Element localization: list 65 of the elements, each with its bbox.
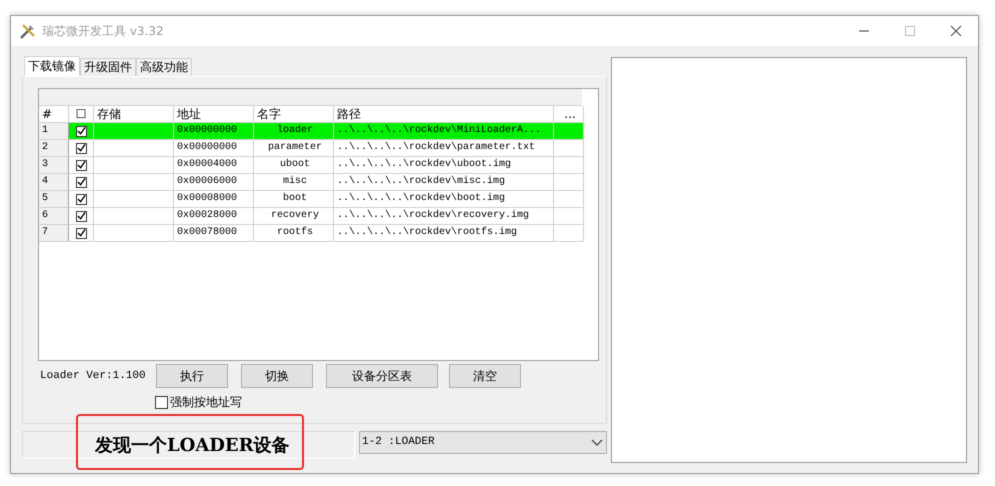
tab[interactable]: 高级功能 [136, 58, 192, 76]
table-row[interactable]: 4 0x00006000 misc ..\..\..\..\rockdev\misc.img [39, 174, 598, 191]
table-row[interactable]: 1 0x00000000 loader ..\..\..\..\rockdev\MiniLoaderA... [39, 123, 598, 140]
table-cell: 0x00004000 [174, 157, 254, 174]
row-number: 3 [39, 157, 69, 174]
window-title: 瑞芯微开发工具 v3.32 [42, 22, 164, 40]
close-icon[interactable] [950, 25, 962, 37]
checkbox[interactable] [76, 210, 86, 222]
checkbox[interactable] [76, 176, 86, 188]
table-row[interactable]: 5 0x00008000 boot ..\..\..\..\rockdev\boot.img [39, 191, 598, 208]
column-header[interactable]: 路径 [334, 106, 554, 123]
checkbox[interactable] [76, 228, 86, 238]
table-cell: ..\..\..\..\rockdev\parameter.txt [334, 140, 554, 157]
table-cell: 0x00000000 [174, 123, 254, 140]
column-header[interactable]: 存储 [94, 106, 174, 123]
row-number: 6 [39, 208, 69, 225]
table-cell: 0x00028000 [174, 208, 254, 225]
column-header[interactable]: ☐ [69, 106, 94, 123]
column-header[interactable]: 地址 [174, 106, 254, 123]
table-cell: ..\..\..\..\rockdev\uboot.img [334, 157, 554, 174]
checkbox[interactable] [76, 126, 86, 136]
column-header[interactable]: # [39, 106, 69, 123]
row-number: 1 [39, 123, 69, 140]
checkbox[interactable] [76, 142, 86, 154]
row-number: 5 [39, 191, 69, 208]
table-cell: parameter [254, 140, 334, 157]
table-cell: ..\..\..\..\rockdev\misc.img [334, 174, 554, 191]
row-number: 2 [39, 140, 69, 157]
table-cell: boot [254, 191, 334, 208]
table-row[interactable]: 3 0x00004000 uboot ..\..\..\..\rockdev\uboot.img [39, 157, 598, 174]
action-button[interactable]: 设备分区表 [326, 364, 438, 388]
table-cell: recovery [254, 208, 334, 225]
action-button[interactable]: 执行 [156, 364, 228, 388]
action-button[interactable]: 切换 [241, 364, 313, 388]
table-cell: 0x00078000 [174, 225, 254, 242]
table-cell: rootfs [254, 225, 334, 242]
table-cell: uboot [254, 157, 334, 174]
table-cell: loader [254, 123, 334, 140]
tab[interactable]: 下载镜像 [24, 56, 80, 76]
loader-version: Loader Ver:1.100 [39, 370, 147, 382]
force-address-checkbox[interactable]: 强制按地址写 [155, 394, 242, 411]
table-cell: ..\..\..\..\rockdev\rootfs.img [334, 225, 554, 242]
row-number: 7 [39, 225, 69, 242]
table-cell: 0x00000000 [174, 140, 254, 157]
action-button[interactable]: 清空 [449, 364, 521, 388]
table-cell: misc [254, 174, 334, 191]
column-header[interactable]: ... [554, 106, 584, 123]
tab[interactable]: 升级固件 [80, 58, 136, 76]
status-message: 发现一个LOADER设备 [22, 431, 355, 459]
row-number: 4 [39, 174, 69, 191]
table-cell: 0x00008000 [174, 191, 254, 208]
table-cell: 0x00006000 [174, 174, 254, 191]
table-row[interactable]: 6 0x00028000 recovery ..\..\..\..\rockdev\recovery.img [39, 208, 598, 225]
checkbox[interactable] [76, 160, 86, 170]
table-row[interactable]: 2 0x00000000 parameter ..\..\..\..\rockdev\parameter.txt [39, 140, 598, 157]
checkbox[interactable] [76, 194, 86, 204]
tools-icon [19, 22, 37, 40]
device-dropdown[interactable]: 1-2 :LOADER [359, 431, 607, 454]
column-header[interactable]: 名字 [254, 106, 334, 123]
table-row[interactable]: 7 0x00078000 rootfs ..\..\..\..\rockdev\rootfs.img [39, 225, 598, 242]
table-cell: ..\..\..\..\rockdev\recovery.img [334, 208, 554, 225]
table-cell: ..\..\..\..\rockdev\boot.img [334, 191, 554, 208]
caret-icon [591, 438, 603, 446]
table-cell: ..\..\..\..\rockdev\MiniLoaderA... [334, 123, 554, 140]
checkbox[interactable] [155, 396, 168, 409]
